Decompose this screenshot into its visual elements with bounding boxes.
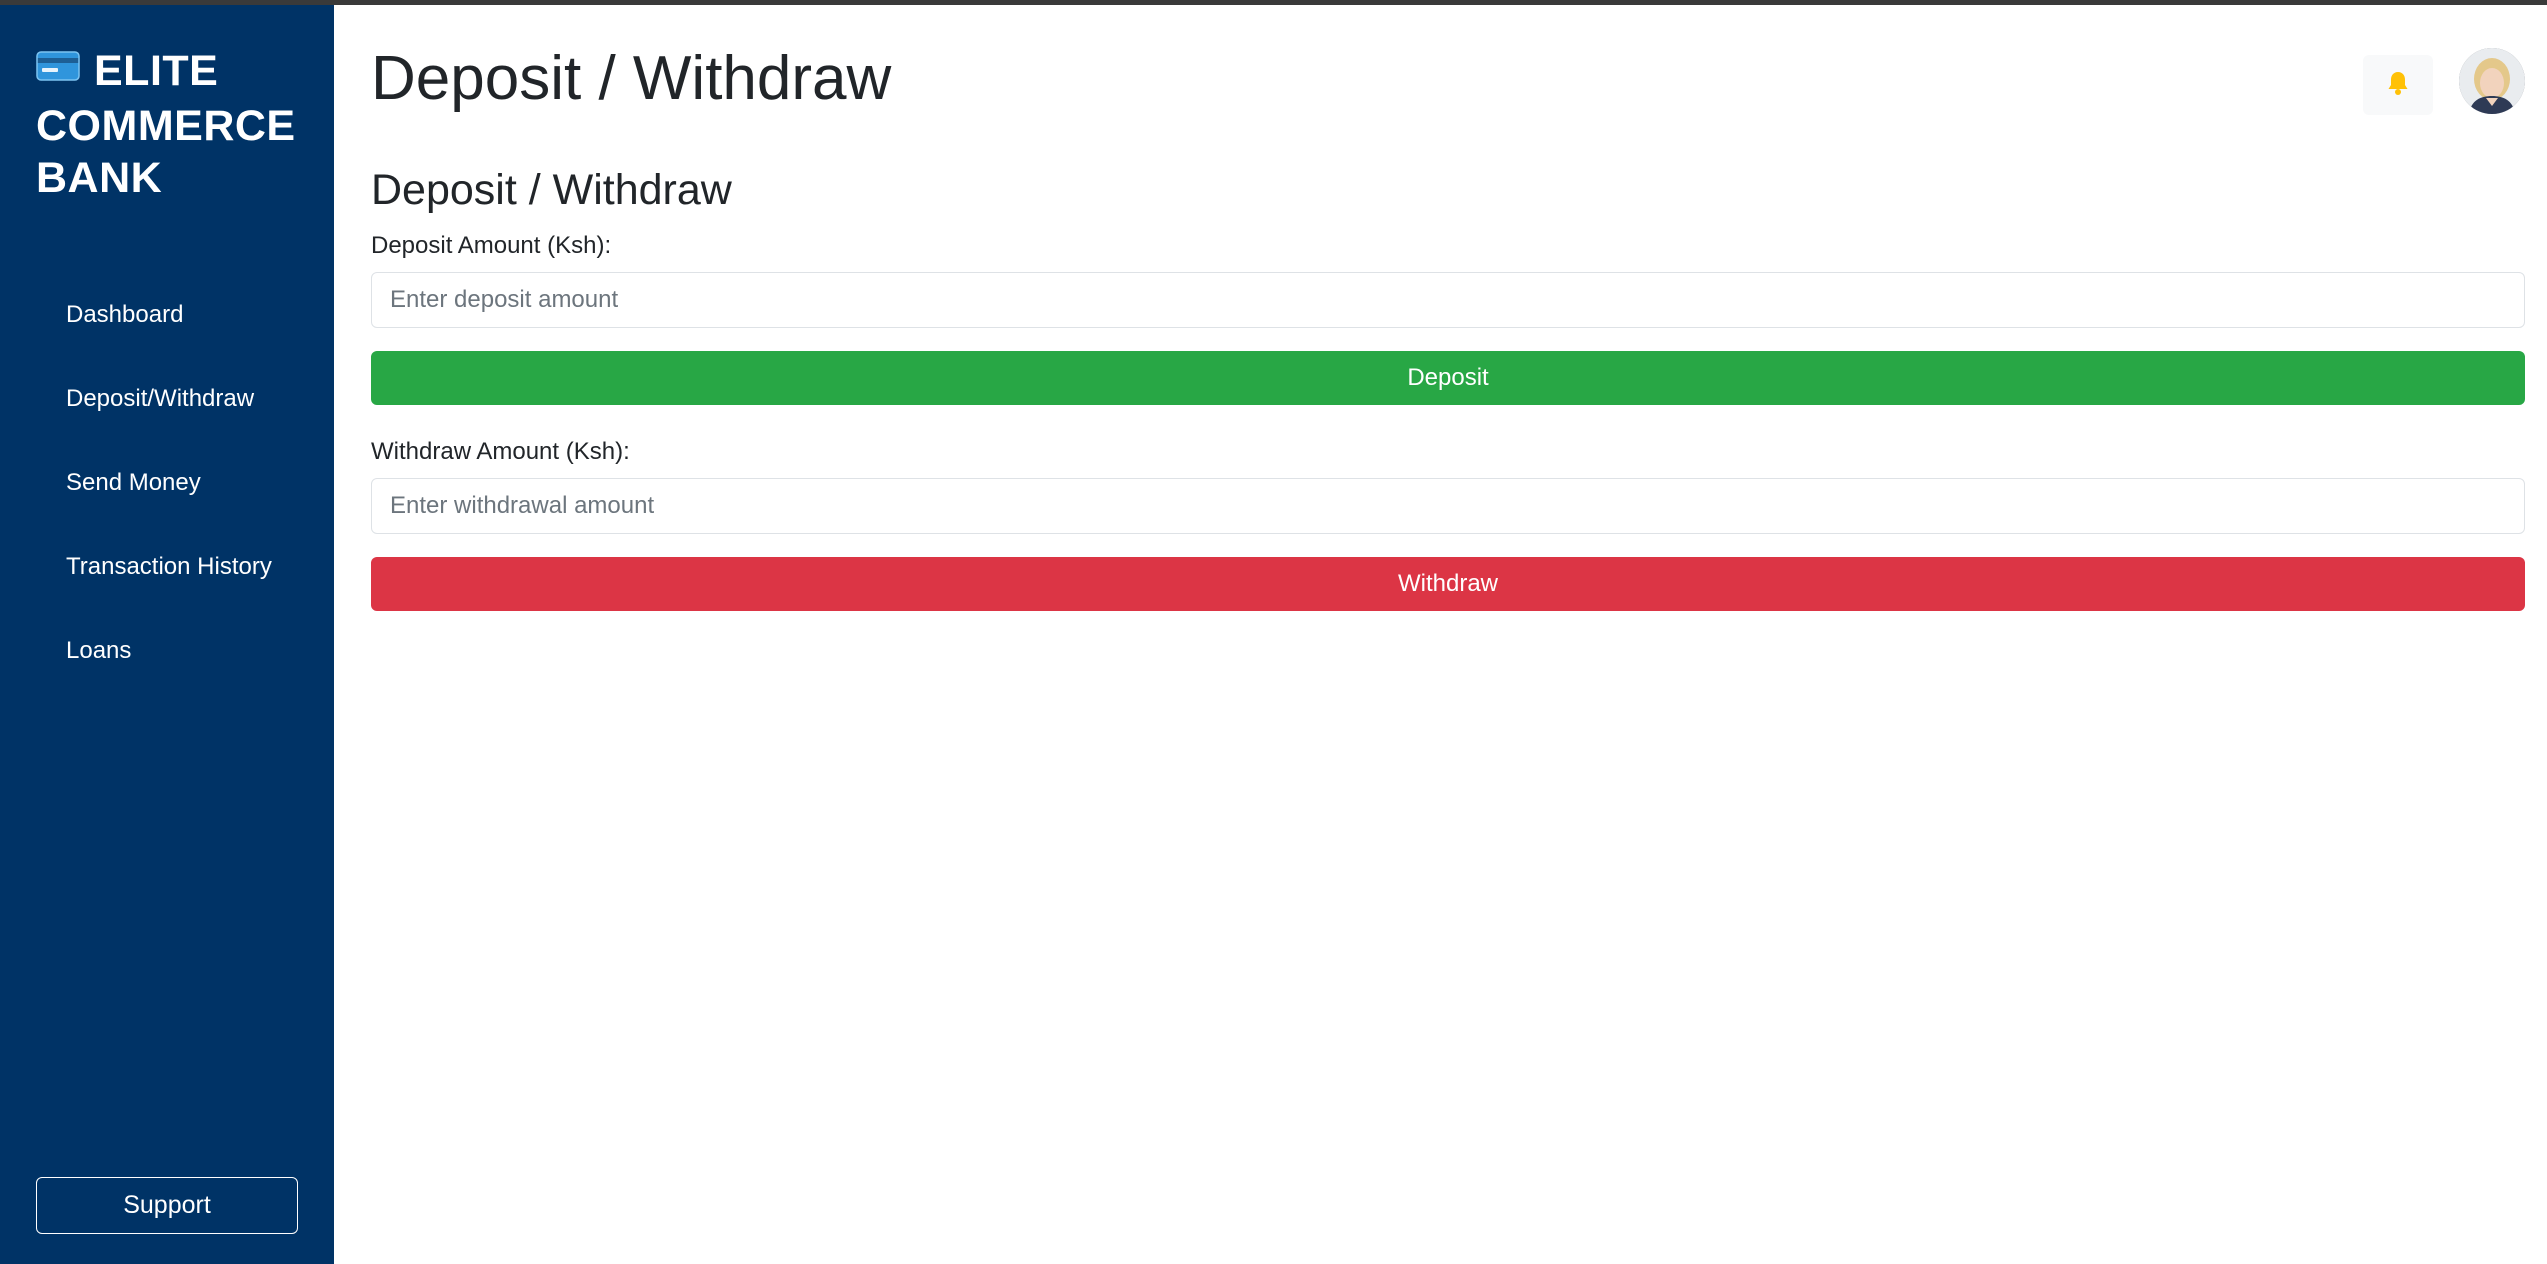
sidebar-item-deposit-withdraw[interactable]: Deposit/Withdraw <box>66 379 272 463</box>
window-top-border <box>0 0 2547 5</box>
sidebar-item-dashboard[interactable]: Dashboard <box>66 295 272 379</box>
brand-name-line1: ELITE <box>94 47 219 95</box>
withdraw-button[interactable]: Withdraw <box>371 557 2525 611</box>
withdraw-amount-label: Withdraw Amount (Ksh): <box>371 438 630 465</box>
sidebar-item-send-money[interactable]: Send Money <box>66 463 272 547</box>
deposit-amount-input[interactable] <box>371 272 2525 328</box>
section-title: Deposit / Withdraw <box>371 166 732 214</box>
notification-button[interactable] <box>2363 55 2433 115</box>
withdraw-amount-input[interactable] <box>371 478 2525 534</box>
brand-logo: ELITE COMMERCE BANK <box>36 45 316 204</box>
sidebar-item-loans[interactable]: Loans <box>66 631 272 715</box>
brand-name-line2: COMMERCE <box>36 101 296 150</box>
deposit-button[interactable]: Deposit <box>371 351 2525 405</box>
user-avatar[interactable] <box>2459 48 2525 114</box>
sidebar-item-transaction-history[interactable]: Transaction History <box>66 547 272 631</box>
bell-icon <box>2386 70 2410 101</box>
sidebar: ELITE COMMERCE BANK Dashboard Deposit/Wi… <box>0 5 334 1264</box>
support-button[interactable]: Support <box>36 1177 298 1234</box>
page-title: Deposit / Withdraw <box>371 44 892 113</box>
deposit-amount-label: Deposit Amount (Ksh): <box>371 232 612 259</box>
brand-name-line3: BANK <box>36 153 163 202</box>
credit-card-icon <box>36 42 80 94</box>
sidebar-nav: Dashboard Deposit/Withdraw Send Money Tr… <box>66 295 272 715</box>
